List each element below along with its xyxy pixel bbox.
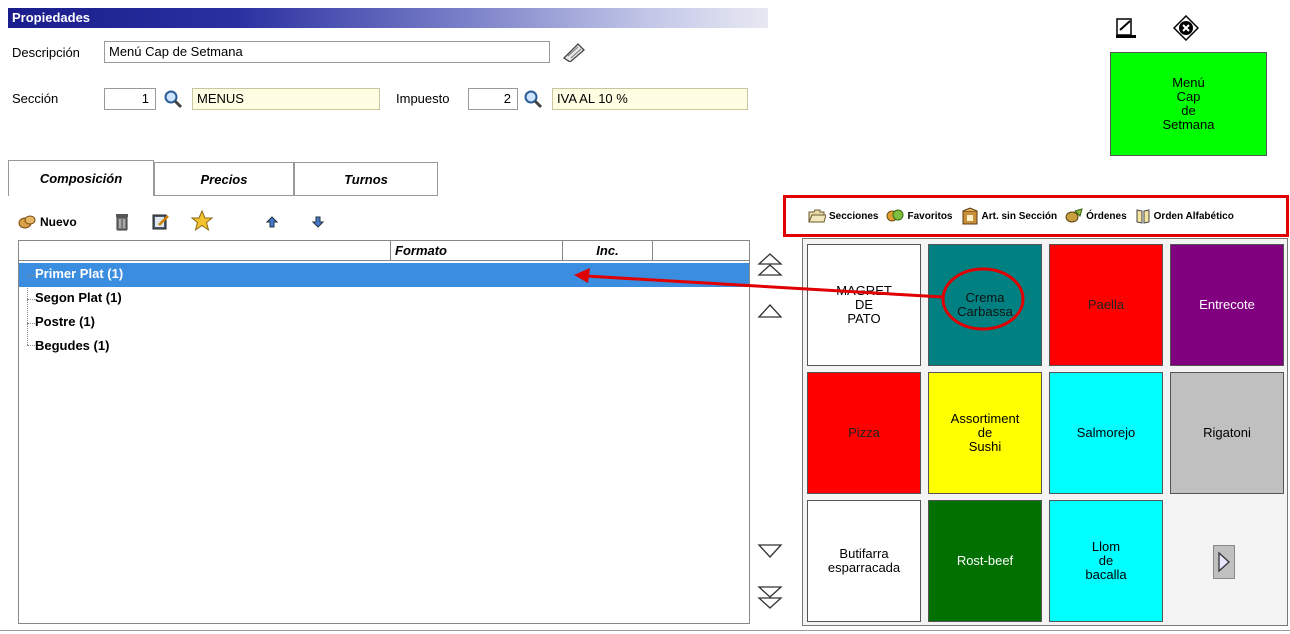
bottom-divider [0, 630, 1290, 631]
annotation-overlay [574, 267, 1025, 331]
